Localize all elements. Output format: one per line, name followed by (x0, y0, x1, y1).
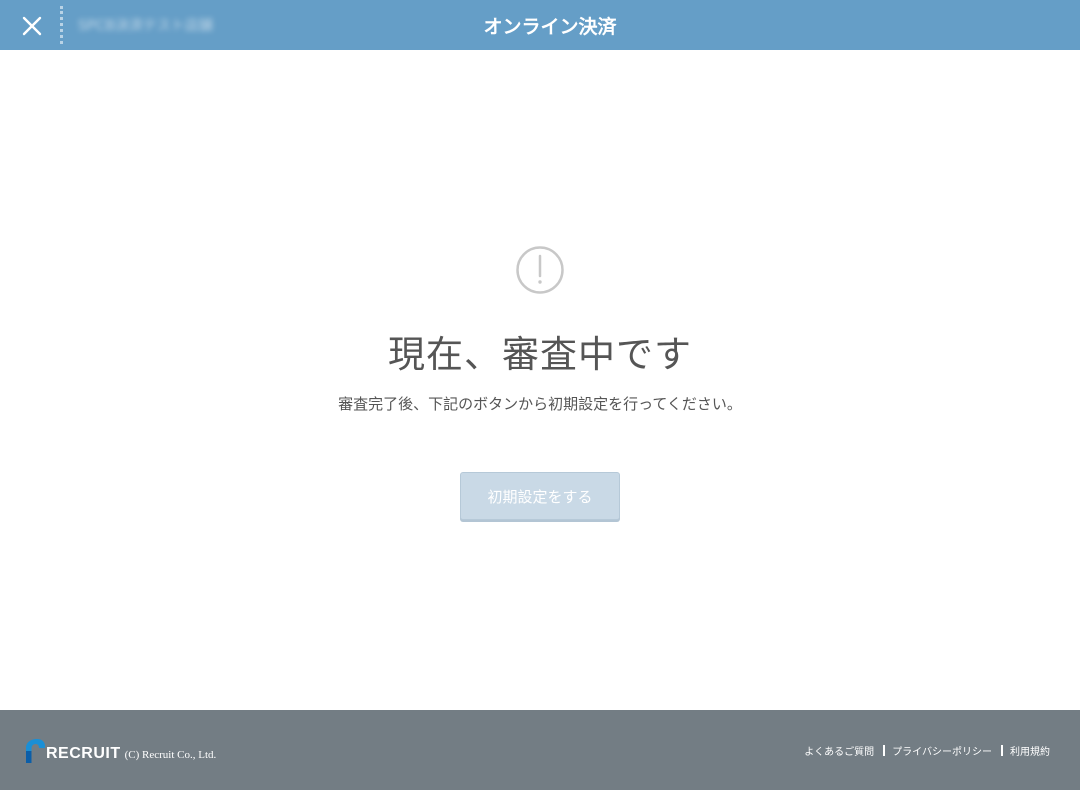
review-status-heading: 現在、審査中です (388, 333, 692, 376)
footer-separator (1001, 745, 1003, 756)
footer-separator (883, 745, 886, 756)
footer: RECRUIT (C) Recruit Co., Ltd. よくあるご質問 プラ… (0, 710, 1080, 790)
footer-nav: よくあるご質問 プライバシーポリシー 利用規約 (804, 743, 1050, 758)
copyright-text: (C) Recruit Co., Ltd. (124, 749, 217, 761)
footer-link-faq[interactable]: よくあるご質問 (804, 743, 874, 758)
footer-link-terms[interactable]: 利用規約 (1010, 743, 1050, 758)
main-content: 現在、審査中です 審査完了後、下記のボタンから初期設定を行ってください。 初期設… (0, 50, 1080, 710)
page-title: オンライン決済 (483, 16, 617, 38)
logo-text: RECRUIT (46, 745, 121, 762)
recruit-logo: RECRUIT (C) Recruit Co., Ltd. (24, 737, 216, 763)
initial-setup-button[interactable]: 初期設定をする (460, 472, 620, 520)
footer-link-privacy-policy[interactable]: プライバシーポリシー (892, 743, 992, 758)
header-bar: SPCB決済テスト店舗 オンライン決済 (0, 0, 1080, 50)
recruit-logo-mark-icon (26, 739, 45, 763)
review-status-message: 審査完了後、下記のボタンから初期設定を行ってください。 (338, 395, 742, 413)
alert-circle-icon (516, 246, 564, 294)
